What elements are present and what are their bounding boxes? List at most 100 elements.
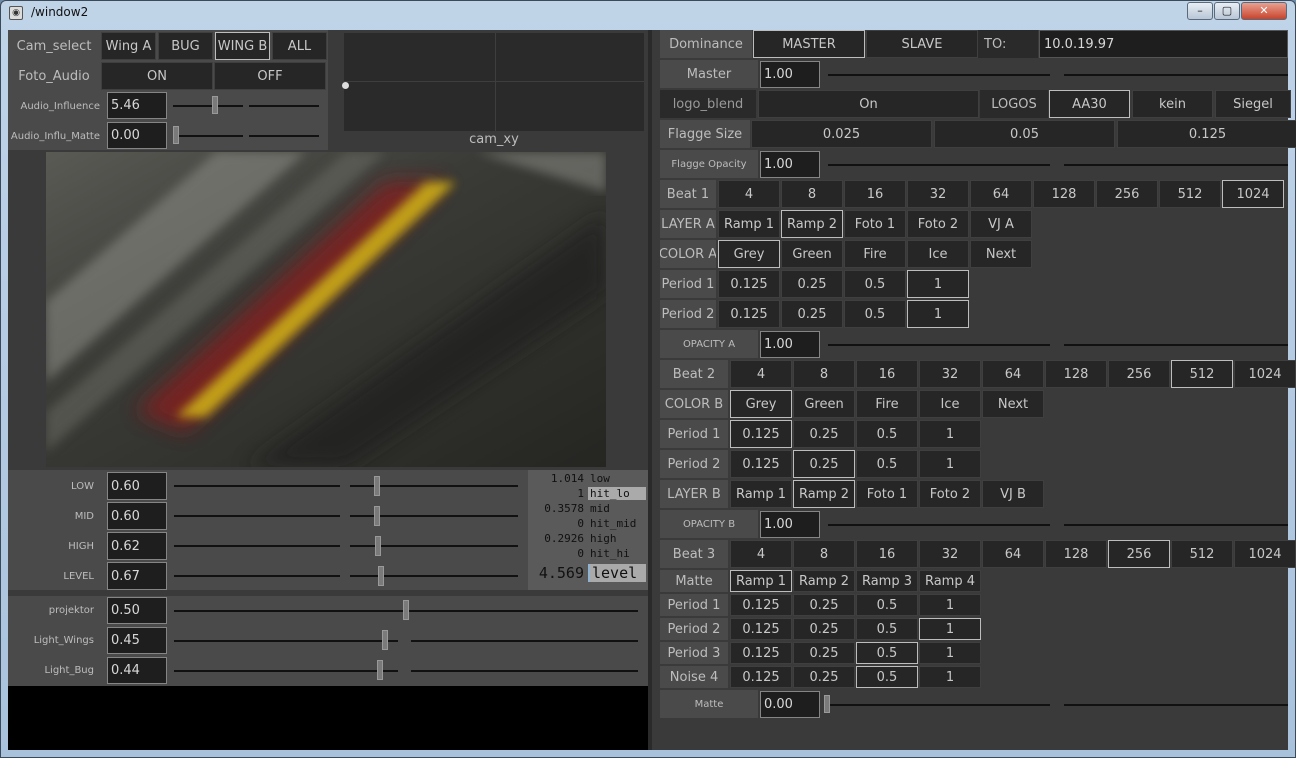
matte-row-period-1-0-5-button[interactable]: 0.5: [856, 594, 918, 616]
period-2-b-0-25-button[interactable]: 0.25: [793, 450, 855, 478]
beat-1-256-button[interactable]: 256: [1096, 180, 1158, 208]
band-high-field[interactable]: 0.62: [107, 532, 167, 560]
period-2-a-1-button[interactable]: 1: [907, 300, 969, 328]
matte-ramp-1-button[interactable]: Ramp 1: [730, 570, 792, 592]
matte-ramp-3-button[interactable]: Ramp 3: [856, 570, 918, 592]
layer-a-foto-1-button[interactable]: Foto 1: [844, 210, 906, 238]
period-2-a-0-125-button[interactable]: 0.125: [718, 300, 780, 328]
beat-3-4-button[interactable]: 4: [730, 540, 792, 568]
light-light-wings-field[interactable]: 0.45: [107, 627, 167, 654]
band-level-track[interactable]: [174, 575, 340, 577]
matte-row-period-2-0-5-button[interactable]: 0.5: [856, 618, 918, 640]
band-high-track[interactable]: [174, 545, 340, 547]
flagge-opacity-slider-field[interactable]: 1.00: [760, 151, 820, 178]
matte-row-period-1-1-button[interactable]: 1: [919, 594, 981, 616]
beat-1-64-button[interactable]: 64: [970, 180, 1032, 208]
band-mid-track[interactable]: [174, 515, 340, 517]
matte-slider-field[interactable]: 0.00: [760, 691, 820, 718]
matte-ramp-2-button[interactable]: Ramp 2: [793, 570, 855, 592]
period-1-a-0-5-button[interactable]: 0.5: [844, 270, 906, 298]
layer-a-ramp-1-button[interactable]: Ramp 1: [718, 210, 780, 238]
cam-select-bug-button[interactable]: BUG: [158, 32, 213, 60]
layer-b-foto-2-button[interactable]: Foto 2: [919, 480, 981, 508]
cam-select-wing-a-button[interactable]: Wing A: [101, 32, 156, 60]
band-high-knob[interactable]: [375, 536, 381, 556]
beat-1-4-button[interactable]: 4: [718, 180, 780, 208]
logo-siegel-button[interactable]: Siegel: [1215, 90, 1291, 118]
beat-3-32-button[interactable]: 32: [919, 540, 981, 568]
beat-2-32-button[interactable]: 32: [919, 360, 981, 388]
period-1-b-0-25-button[interactable]: 0.25: [793, 420, 855, 448]
period-2-b-0-5-button[interactable]: 0.5: [856, 450, 918, 478]
color-a-fire-button[interactable]: Fire: [844, 240, 906, 268]
layer-b-foto-1-button[interactable]: Foto 1: [856, 480, 918, 508]
close-button[interactable]: ✕: [1241, 2, 1287, 20]
beat-1-512-button[interactable]: 512: [1159, 180, 1221, 208]
band-low-knob[interactable]: [374, 476, 380, 496]
beat-3-64-button[interactable]: 64: [982, 540, 1044, 568]
matte-row-noise-4-0-5-button[interactable]: 0.5: [856, 666, 918, 688]
opacity-a-slider-track[interactable]: [828, 344, 1050, 346]
beat-2-128-button[interactable]: 128: [1045, 360, 1107, 388]
flagge-opacity-slider-track[interactable]: [828, 164, 1050, 166]
flagge-size-0-025-button[interactable]: 0.025: [751, 120, 932, 148]
window-icon[interactable]: ◉: [9, 6, 23, 20]
layer-b-vj-b-button[interactable]: VJ B: [982, 480, 1044, 508]
opacity-b-slider-track[interactable]: [828, 524, 1050, 526]
light-projektor-knob[interactable]: [403, 600, 409, 620]
color-a-ice-button[interactable]: Ice: [907, 240, 969, 268]
layer-a-ramp-2-button[interactable]: Ramp 2: [781, 210, 843, 238]
matte-row-period-2-0-25-button[interactable]: 0.25: [793, 618, 855, 640]
audio-influ-matte-track[interactable]: [173, 135, 243, 137]
audio-influence-track[interactable]: [173, 105, 243, 107]
logo-blend-on-button[interactable]: On: [758, 90, 979, 118]
flagge-size-0-125-button[interactable]: 0.125: [1117, 120, 1296, 148]
matte-row-period-2-1-button[interactable]: 1: [919, 618, 981, 640]
layer-b-ramp-1-button[interactable]: Ramp 1: [730, 480, 792, 508]
color-b-ice-button[interactable]: Ice: [919, 390, 981, 418]
audio-influence-field[interactable]: 5.46: [107, 92, 167, 119]
foto-audio-on-button[interactable]: ON: [101, 62, 213, 90]
period-1-a-0-125-button[interactable]: 0.125: [718, 270, 780, 298]
matte-row-noise-4-0-25-button[interactable]: 0.25: [793, 666, 855, 688]
beat-3-128-button[interactable]: 128: [1045, 540, 1107, 568]
matte-row-period-1-0-125-button[interactable]: 0.125: [730, 594, 792, 616]
band-level-field[interactable]: 0.67: [107, 562, 167, 590]
matte-ramp-4-button[interactable]: Ramp 4: [919, 570, 981, 592]
logo-aa30-button[interactable]: AA30: [1049, 90, 1130, 118]
matte-row-noise-4-0-125-button[interactable]: 0.125: [730, 666, 792, 688]
opacity-b-slider-field[interactable]: 1.00: [760, 511, 820, 538]
audio-influence-knob[interactable]: [212, 96, 218, 114]
period-2-b-0-125-button[interactable]: 0.125: [730, 450, 792, 478]
layer-a-vj-a-button[interactable]: VJ A: [970, 210, 1032, 238]
matte-row-period-3-1-button[interactable]: 1: [919, 642, 981, 664]
light-projektor-field[interactable]: 0.50: [107, 597, 167, 624]
matte-row-period-1-0-25-button[interactable]: 0.25: [793, 594, 855, 616]
maximize-button[interactable]: ▢: [1214, 2, 1240, 20]
beat-2-512-button[interactable]: 512: [1171, 360, 1233, 388]
cam-xy-pad[interactable]: [342, 33, 644, 131]
matte-row-period-3-0-125-button[interactable]: 0.125: [730, 642, 792, 664]
matte-slider-knob[interactable]: [824, 695, 830, 713]
color-a-grey-button[interactable]: Grey: [718, 240, 780, 268]
beat-3-16-button[interactable]: 16: [856, 540, 918, 568]
beat-1-32-button[interactable]: 32: [907, 180, 969, 208]
color-b-fire-button[interactable]: Fire: [856, 390, 918, 418]
cam-select-all-button[interactable]: ALL: [272, 32, 327, 60]
band-low-field[interactable]: 0.60: [107, 472, 167, 500]
light-light-bug-field[interactable]: 0.44: [107, 657, 167, 684]
cam-select-wing-b-button[interactable]: WING B: [215, 32, 270, 60]
beat-3-1024-button[interactable]: 1024: [1234, 540, 1296, 568]
beat-2-8-button[interactable]: 8: [793, 360, 855, 388]
band-mid-knob[interactable]: [374, 506, 380, 526]
layer-b-ramp-2-button[interactable]: Ramp 2: [793, 480, 855, 508]
period-2-b-1-button[interactable]: 1: [919, 450, 981, 478]
audio-influ-matte-knob[interactable]: [173, 126, 179, 144]
master-slider-field[interactable]: 1.00: [760, 61, 820, 88]
beat-1-1024-button[interactable]: 1024: [1222, 180, 1284, 208]
matte-row-period-3-0-25-button[interactable]: 0.25: [793, 642, 855, 664]
beat-2-256-button[interactable]: 256: [1108, 360, 1170, 388]
matte-row-period-3-0-5-button[interactable]: 0.5: [856, 642, 918, 664]
dominance-master-button[interactable]: MASTER: [753, 30, 865, 58]
period-2-a-0-5-button[interactable]: 0.5: [844, 300, 906, 328]
